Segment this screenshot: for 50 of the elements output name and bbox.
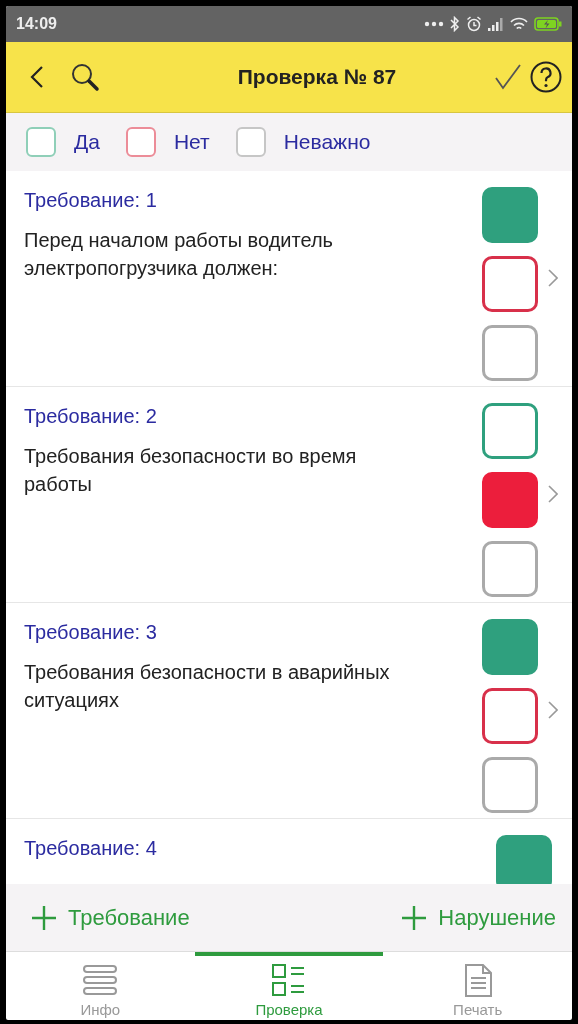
requirement-text: Требования безопасности во время работы [24,444,358,497]
chevron-right-icon [548,485,558,503]
question-icon [530,61,562,93]
nav-tab[interactable]: Печать [383,952,572,1020]
answer-checkbox[interactable] [482,619,538,675]
add-button[interactable]: Нарушение [402,904,556,931]
requirement-text: Перед началом работы водитель электропогрузчика должен: [24,228,334,281]
search-icon [70,62,100,92]
legend-label: Да [74,130,100,154]
add-button[interactable]: Требование [32,904,190,931]
screen-title: Проверка № 87 [236,65,398,89]
nav-tab[interactable]: Проверка [194,952,384,1020]
wifi-icon [510,17,528,31]
answer-checkbox[interactable] [482,403,538,459]
requirement-row[interactable]: Требование: 3 Требования безопасности в аварийных ситуациях [6,603,572,819]
answer-legend-box [26,127,56,157]
back-icon [30,65,44,89]
answer-legend-box [235,127,266,157]
signal-icon [488,17,504,31]
checklist-icon [271,963,307,997]
plus-icon [402,905,427,930]
chevron-right-icon [548,269,558,287]
legend-label: Неважно [283,130,371,154]
bluetooth-icon [450,16,460,32]
answer-checkbox[interactable] [482,688,538,744]
answer-checkbox[interactable] [496,835,552,884]
answer-checkbox[interactable] [482,472,538,528]
nav-tab[interactable]: Инфо [6,952,195,1020]
answer-checkbox[interactable] [482,541,538,597]
requirement-row[interactable]: Требование: 2 Требования безопасности во время работы [6,387,572,603]
checkmark-icon [494,63,522,91]
answer-legend-box [125,127,156,157]
battery-charging-icon [534,17,562,31]
requirement-heading: Требование: 4 [24,837,158,860]
alarm-clock-icon [466,16,482,32]
answer-checkbox[interactable] [482,187,538,243]
clock-time: 14:09 [16,15,57,33]
dots-icon [424,21,444,27]
legend-label: Нет [173,130,210,154]
requirement-text: Требования безопасности в аварийных ситуациях [24,660,391,713]
chevron-right-icon [548,701,558,719]
menu-lines-icon [82,963,119,997]
plus-icon [32,905,56,930]
answer-checkbox[interactable] [482,325,538,381]
answer-checkbox[interactable] [482,256,538,312]
answer-checkbox[interactable] [482,757,538,813]
requirement-heading: Требование: 3 [24,621,158,644]
requirement-heading: Требование: 1 [24,189,158,212]
requirement-heading: Требование: 2 [24,405,158,428]
requirement-row[interactable]: Требование: 1 Перед началом работы водитель электропогрузчика должен: [6,171,572,387]
